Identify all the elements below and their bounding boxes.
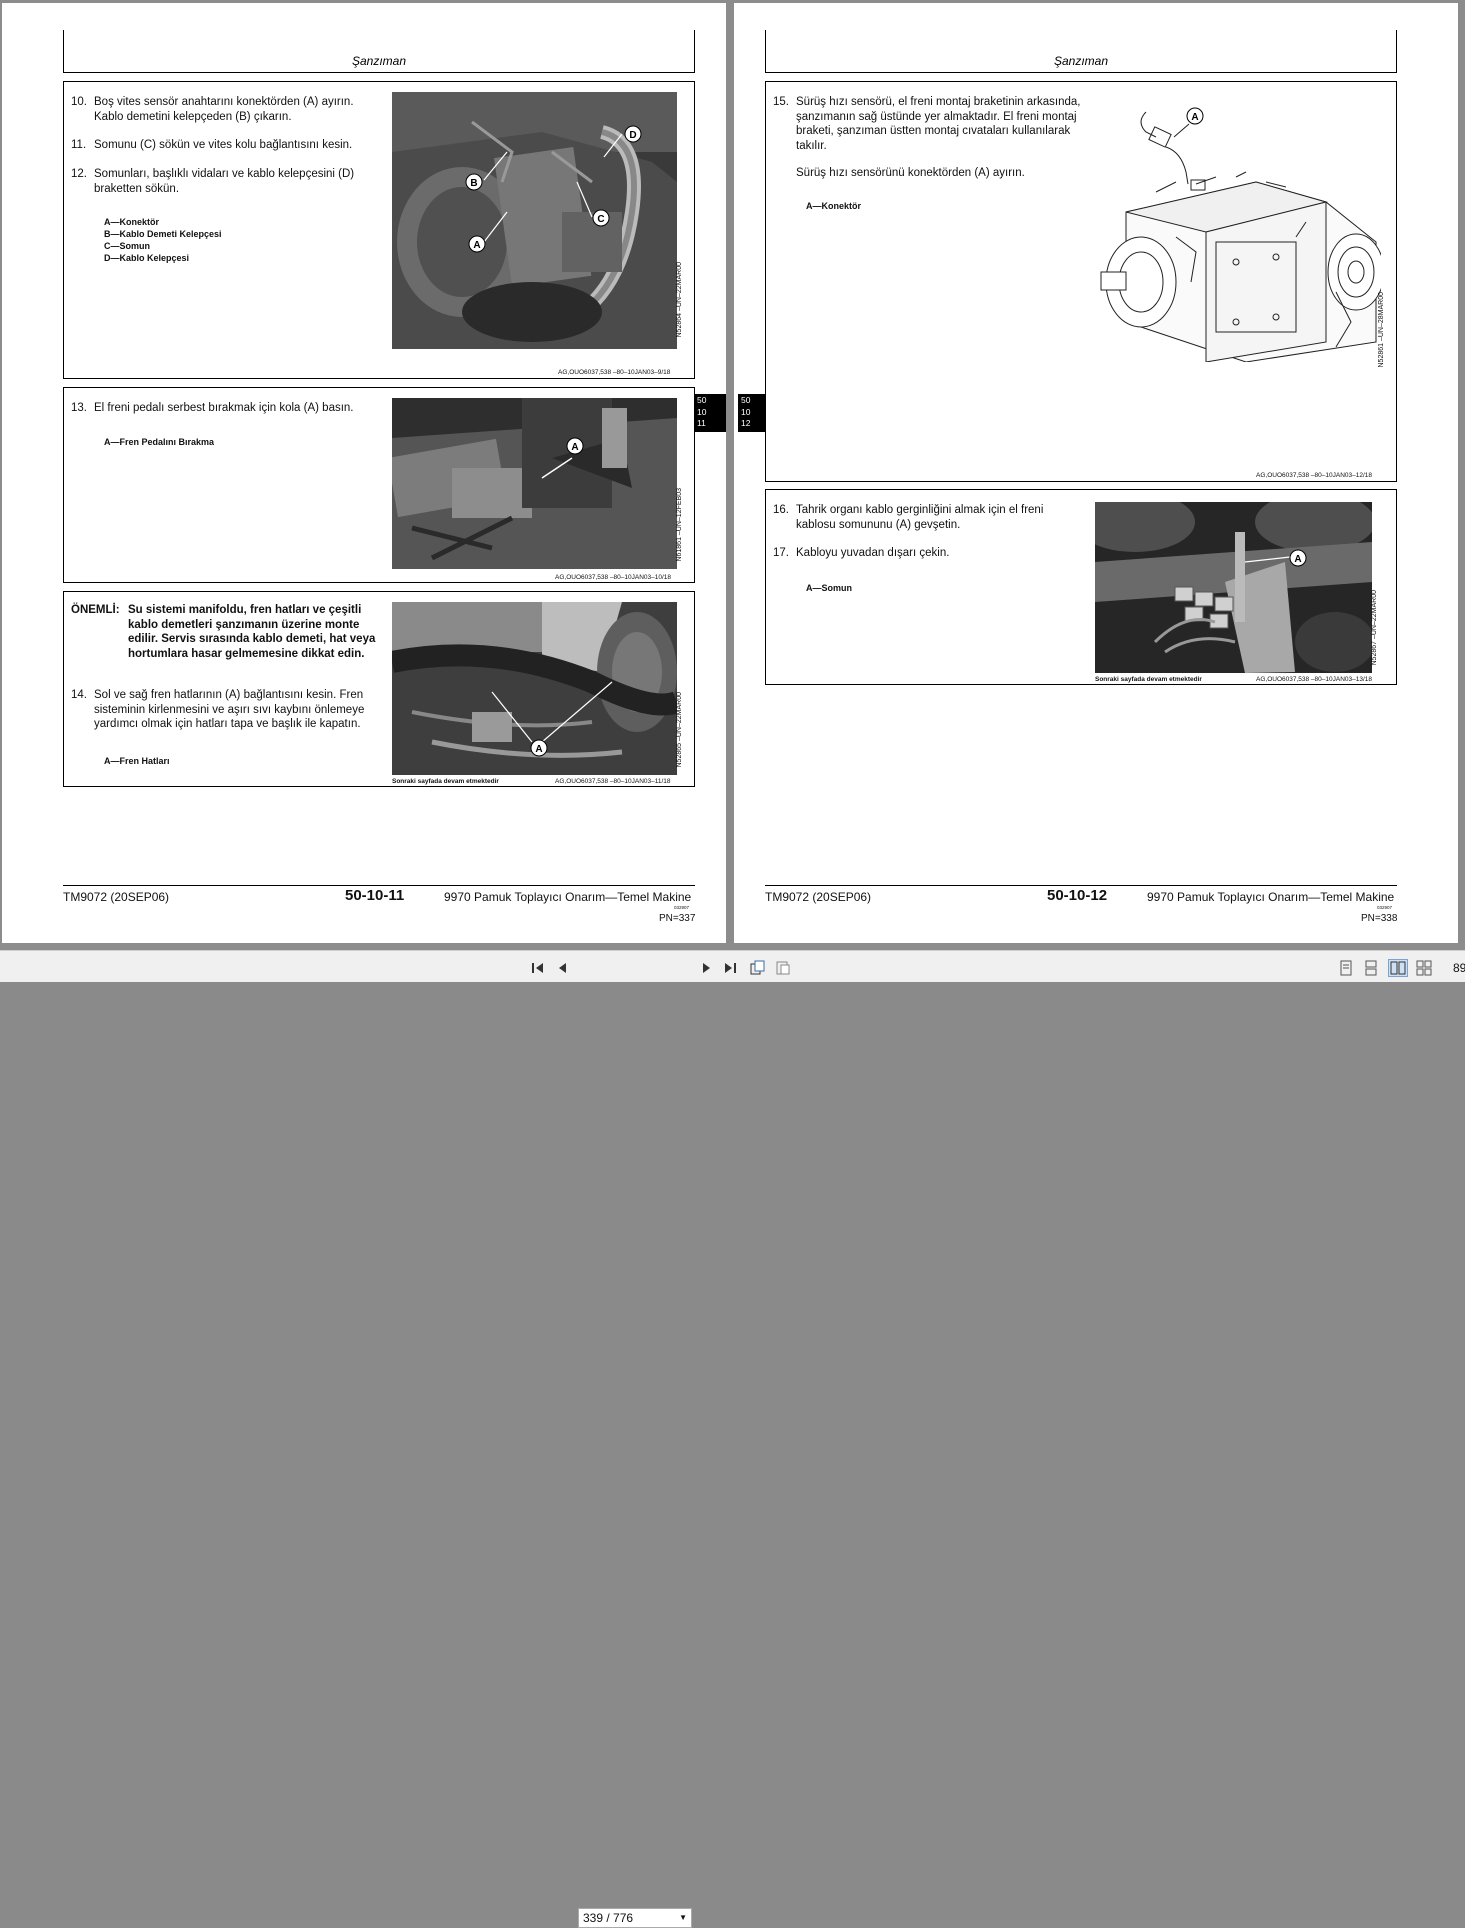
section-box-steps-10-12: 10. Boş vites sensör anahtarını konektör… <box>63 81 695 379</box>
brake-lines-photo: A <box>392 602 677 775</box>
photo-code: N52867 –UN–22MAR00 <box>1371 590 1378 666</box>
transmission-photo: B A D C <box>392 92 677 349</box>
two-page-icon[interactable] <box>1388 959 1408 977</box>
footer-page-number: 50-10-11 <box>345 887 405 904</box>
footer-rule <box>63 885 695 886</box>
callout-b: B <box>470 178 477 189</box>
callout-c: C <box>597 214 604 225</box>
header-title: Şanzıman <box>351 54 407 68</box>
callout-a: A <box>571 442 578 453</box>
photo-code: N52865 –UN–22MAR00 <box>676 692 683 768</box>
page-number-field[interactable]: 339 / 776 ▼ <box>578 1908 692 1928</box>
reference-code: AG,OUO6037,538 –80–10JAN03–13/18 <box>1256 676 1373 683</box>
section-box-step-15: 15. Sürüş hızı sensörü, el freni montaj … <box>765 81 1397 482</box>
legend: A—Somun <box>806 583 852 593</box>
rotate-icon[interactable] <box>749 960 765 976</box>
section-box-steps-16-17: 16. Tahrik organı kablo gerginliğini alm… <box>765 489 1397 685</box>
viewer-toolbar: 339 / 776 ▼ <box>0 950 1465 1928</box>
photo-code: N61861 –UN–12FEB03 <box>676 488 683 562</box>
section-box-step-14: ÖNEMLİ: Su sistemi manifoldu, fren hatla… <box>63 591 695 787</box>
callout-a: A <box>1191 112 1198 123</box>
footer-title: 9970 Pamuk Toplayıcı Onarım—Temel Makine <box>444 890 692 904</box>
section-tab: 50 10 11 <box>694 394 726 432</box>
callout-a: A <box>535 744 542 755</box>
zoom-level[interactable]: 89 <box>1453 961 1465 975</box>
brake-cable-photo: A <box>1095 502 1372 673</box>
continued-note: Sonraki sayfada devam etmektedir <box>1095 676 1202 683</box>
page-left: Şanzıman 10. Boş vites sensör anahtarını… <box>2 3 726 943</box>
footer-pn: PN=337 <box>659 913 696 924</box>
transmission-photo-image: B A D C <box>392 92 677 349</box>
section-tab: 50 10 12 <box>738 394 766 432</box>
callout-a: A <box>1294 554 1301 565</box>
pdf-viewer: Şanzıman 10. Boş vites sensör anahtarını… <box>0 0 1465 1928</box>
footer-doc: TM9072 (20SEP06) <box>63 890 170 904</box>
last-page-icon[interactable] <box>722 960 738 976</box>
brake-lines-photo-image: A <box>392 602 677 775</box>
footer-title: 9970 Pamuk Toplayıcı Onarım—Temel Makine <box>1147 890 1395 904</box>
transmission-drawing: A <box>1096 92 1385 363</box>
section-box-step-13: 13. El freni pedalı serbest bırakmak içi… <box>63 387 695 583</box>
brake-pedal-photo-image: A <box>392 398 677 569</box>
footer-small-code: 032907 <box>1377 905 1393 910</box>
continuous-icon[interactable] <box>1363 960 1379 976</box>
chevron-down-icon[interactable]: ▼ <box>679 1913 687 1922</box>
footer-doc: TM9072 (20SEP06) <box>765 890 872 904</box>
brake-cable-photo-image: A <box>1095 502 1372 673</box>
step-15-instruction: Sürüş hızı sensörünü konektörden (A) ayı… <box>796 167 1025 179</box>
single-page-icon[interactable] <box>1338 960 1354 976</box>
reference-code: AG,OUO6037,538 –80–10JAN03–9/18 <box>558 369 671 376</box>
fit-page-icon[interactable] <box>775 960 791 976</box>
callout-a: A <box>473 240 480 251</box>
important-label: ÖNEMLİ: <box>71 604 120 616</box>
reference-code: AG,OUO6037,538 –80–10JAN03–12/18 <box>1256 472 1373 479</box>
page-right: Şanzıman 50 10 12 15. Sürüş hızı sensörü… <box>734 3 1458 943</box>
photo-code: N52861 –UN–28MAR00 <box>1378 292 1385 368</box>
footer-pn: PN=338 <box>1361 913 1398 924</box>
callout-d: D <box>629 130 636 141</box>
next-page-icon[interactable] <box>698 960 714 976</box>
first-page-icon[interactable] <box>530 960 546 976</box>
footer-rule <box>765 885 1397 886</box>
brake-pedal-photo: A <box>392 398 677 569</box>
legend: A—Konektör <box>806 201 862 211</box>
footer-page-number: 50-10-12 <box>1047 887 1108 904</box>
continued-note: Sonraki sayfada devam etmektedir <box>392 778 499 785</box>
legend: A—Fren Pedalını Bırakma <box>104 437 215 447</box>
reference-code: AG,OUO6037,538 –80–10JAN03–11/18 <box>555 778 671 785</box>
two-page-continuous-icon[interactable] <box>1416 960 1432 976</box>
photo-code: N52864 –UN–22MAR00 <box>676 262 683 338</box>
reference-code: AG,OUO6037,538 –80–10JAN03–10/18 <box>555 574 672 581</box>
prev-page-icon[interactable] <box>555 960 571 976</box>
legend: A—Fren Hatları <box>104 756 170 766</box>
page-header: Şanzıman <box>765 30 1397 73</box>
important-text: Su sistemi manifoldu, fren hatları ve çe… <box>128 604 376 660</box>
header-title: Şanzıman <box>1053 54 1109 68</box>
footer-small-code: 032907 <box>674 905 690 910</box>
legend: A—Konektör B—Kablo Demeti Kelepçesi C—So… <box>104 217 222 263</box>
transmission-drawing-image: A <box>1100 107 1385 363</box>
page-header: Şanzıman <box>63 30 695 73</box>
